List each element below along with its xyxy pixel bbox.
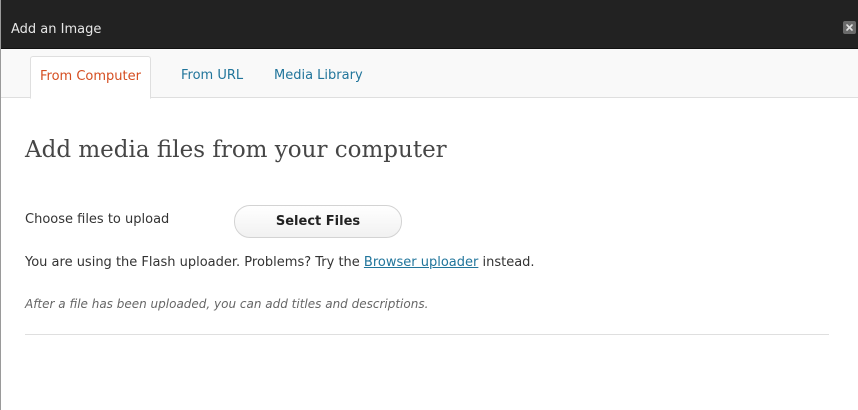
add-image-dialog: Add an Image From Computer From URL Medi… (0, 0, 858, 410)
tab-media-library[interactable]: Media Library (274, 56, 363, 98)
dialog-title: Add an Image (11, 22, 102, 37)
choose-files-label: Choose files to upload (25, 212, 170, 227)
close-icon (846, 24, 853, 31)
tab-from-computer[interactable]: From Computer (30, 56, 151, 99)
page-title: Add media files from your computer (25, 137, 447, 163)
flash-uploader-notice: You are using the Flash uploader. Proble… (25, 255, 535, 271)
divider (25, 334, 829, 335)
close-button[interactable] (843, 21, 856, 34)
select-files-button[interactable]: Select Files (234, 205, 402, 238)
flash-notice-suffix: instead. (478, 255, 535, 270)
browser-uploader-link[interactable]: Browser uploader (364, 255, 478, 270)
flash-notice-text: You are using the Flash uploader. Proble… (25, 255, 364, 270)
tab-from-url[interactable]: From URL (181, 56, 243, 98)
tab-bar: From Computer From URL Media Library (1, 49, 858, 99)
title-bar: Add an Image (1, 0, 858, 49)
upload-help-note: After a file has been uploaded, you can … (25, 297, 429, 311)
